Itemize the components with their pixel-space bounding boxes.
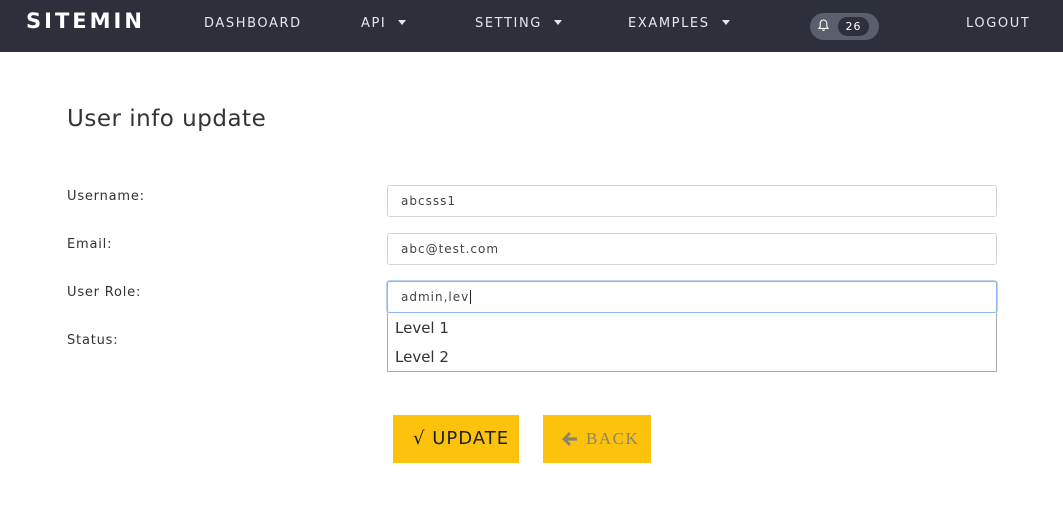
user-role-value-wrap: admin,lev xyxy=(401,290,472,304)
bell-icon xyxy=(818,19,829,31)
username-value: abcsss1 xyxy=(401,194,456,208)
nav-item-label: API xyxy=(361,16,387,31)
status-label: Status: xyxy=(67,333,119,348)
nav-item-label: DASHBOARD xyxy=(204,16,302,31)
back-button-label: BACK xyxy=(586,429,640,448)
email-value: abc@test.com xyxy=(401,242,500,256)
update-button-label-wrap: √ UPDATE xyxy=(413,428,509,449)
logout-link[interactable]: LOGOUT xyxy=(966,16,1030,31)
user-role-label: User Role: xyxy=(67,285,142,300)
email-field[interactable]: abc@test.com xyxy=(387,233,997,265)
arrow-left-icon xyxy=(562,432,577,446)
update-button-label: UPDATE xyxy=(432,428,510,449)
role-suggestions-dropdown: Level 1 Level 2 xyxy=(387,313,997,372)
chevron-down-icon xyxy=(398,20,407,25)
check-icon: √ xyxy=(413,428,426,449)
username-field[interactable]: abcsss1 xyxy=(387,185,997,217)
user-role-value: admin,lev xyxy=(401,290,470,304)
user-role-field[interactable]: admin,lev xyxy=(387,281,997,313)
back-button[interactable]: BACK xyxy=(543,415,651,463)
chevron-down-icon xyxy=(553,20,562,25)
logout-label: LOGOUT xyxy=(966,16,1031,31)
suggestion-option-level-1[interactable]: Level 1 xyxy=(395,319,449,337)
email-label: Email: xyxy=(67,237,113,252)
page-title: User info update xyxy=(67,106,267,132)
update-button[interactable]: √ UPDATE xyxy=(393,415,519,463)
text-cursor xyxy=(470,290,472,304)
top-navbar: SITEMIN DASHBOARD API SETTING EXAMPLES 2… xyxy=(0,0,1063,52)
notifications-button[interactable]: 26 xyxy=(810,13,879,40)
nav-item-api[interactable]: API xyxy=(361,16,407,31)
nav-item-examples[interactable]: EXAMPLES xyxy=(628,16,730,31)
nav-item-label: SETTING xyxy=(475,16,542,31)
nav-item-dashboard[interactable]: DASHBOARD xyxy=(204,16,302,31)
username-label: Username: xyxy=(67,189,145,204)
chevron-down-icon xyxy=(721,20,730,25)
notification-count-badge: 26 xyxy=(838,17,869,36)
brand-logo[interactable]: SITEMIN xyxy=(26,9,145,33)
suggestion-option-level-2[interactable]: Level 2 xyxy=(395,348,449,366)
nav-item-setting[interactable]: SETTING xyxy=(475,16,562,31)
nav-item-label: EXAMPLES xyxy=(628,16,710,31)
